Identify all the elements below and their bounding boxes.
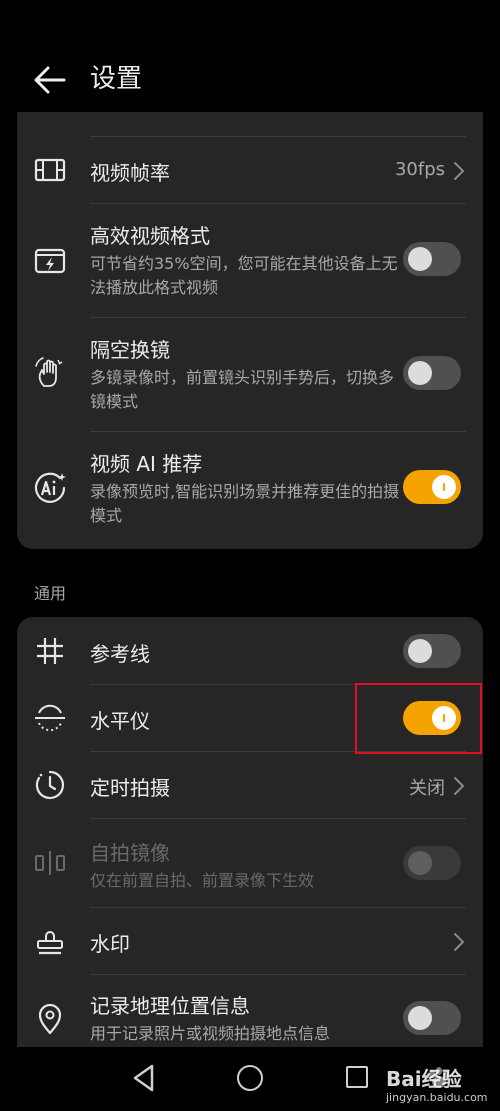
setting-row-air-gesture[interactable]: 隔空换镜 多镜录像时，前置镜头识别手势后，切换多镜模式 bbox=[17, 318, 483, 431]
nav-back-icon[interactable] bbox=[130, 1063, 158, 1093]
selfie-mirror-toggle bbox=[403, 846, 461, 880]
toggle-knob bbox=[432, 475, 456, 499]
stamp-icon bbox=[37, 931, 63, 955]
toggle-knob bbox=[408, 851, 432, 875]
setting-description: 仅在前置自拍、前置录像下生效 bbox=[90, 871, 315, 890]
setting-row-grid[interactable]: 参考线 bbox=[17, 617, 483, 684]
watermark-url: jingyan.baidu.com bbox=[386, 1091, 488, 1104]
setting-description: 录像预览时,智能识别场景并推荐更佳的拍摄模式 bbox=[90, 482, 400, 525]
page-title: 设置 bbox=[90, 64, 143, 94]
grid-toggle[interactable] bbox=[403, 634, 461, 668]
section-label-general: 通用 bbox=[34, 584, 67, 603]
setting-title: 视频 AI 推荐 bbox=[90, 452, 203, 476]
chevron-right-icon bbox=[454, 777, 465, 795]
setting-description: 可节省约35%空间，您可能在其他设备上无法播放此格式视频 bbox=[90, 254, 398, 297]
setting-title: 记录地理位置信息 bbox=[90, 994, 250, 1018]
film-frame-icon bbox=[34, 158, 66, 182]
setting-row-selfie-mirror: 自拍镜像 仅在前置自拍、前置录像下生效 bbox=[17, 819, 483, 907]
chevron-right-icon bbox=[454, 162, 465, 180]
setting-title: 视频帧率 bbox=[90, 161, 170, 185]
setting-row-video-ai[interactable]: 视频 AI 推荐 录像预览时,智能识别场景并推荐更佳的拍摄模式 bbox=[17, 432, 483, 545]
setting-row-frame-rate[interactable]: 视频帧率 30fps bbox=[17, 137, 483, 203]
back-arrow-icon[interactable] bbox=[30, 60, 70, 100]
highlight-box bbox=[355, 683, 482, 754]
video-ai-toggle[interactable] bbox=[403, 470, 461, 504]
efficient-format-toggle[interactable] bbox=[403, 242, 461, 276]
setting-title: 参考线 bbox=[90, 642, 150, 666]
setting-title: 隔空换镜 bbox=[90, 338, 170, 362]
setting-title: 自拍镜像 bbox=[90, 841, 170, 865]
setting-row-efficient-format[interactable]: 高效视频格式 可节省约35%空间，您可能在其他设备上无法播放此格式视频 bbox=[17, 204, 483, 317]
hand-gesture-icon bbox=[35, 357, 63, 387]
toggle-knob bbox=[408, 639, 432, 663]
toggle-knob bbox=[408, 247, 432, 271]
setting-description: 多镜录像时，前置镜头识别手势后，切换多镜模式 bbox=[90, 368, 395, 411]
general-settings-card: 参考线 水平仪 定时拍摄 关闭 自拍镜像 仅在前置自拍、前置录像下生效 水印 记… bbox=[17, 617, 483, 1047]
app-header: 设置 bbox=[0, 0, 500, 120]
nav-home-icon[interactable] bbox=[237, 1065, 263, 1091]
chevron-right-icon bbox=[454, 933, 465, 951]
setting-title: 高效视频格式 bbox=[90, 224, 210, 248]
setting-row-timer[interactable]: 定时拍摄 关闭 bbox=[17, 752, 483, 818]
setting-row-watermark[interactable]: 水印 bbox=[17, 908, 483, 974]
efficient-format-icon bbox=[34, 248, 66, 274]
watermark-text: Bai经验 bbox=[386, 1067, 462, 1091]
ai-icon bbox=[34, 472, 66, 503]
setting-row-location[interactable]: 记录地理位置信息 用于记录照片或视频拍摄地点信息 bbox=[17, 975, 483, 1047]
setting-title: 定时拍摄 bbox=[90, 776, 170, 800]
location-pin-icon bbox=[38, 1003, 62, 1035]
mirror-icon bbox=[35, 851, 65, 875]
setting-title: 水印 bbox=[90, 932, 130, 956]
setting-description: 用于记录照片或视频拍摄地点信息 bbox=[90, 1024, 331, 1043]
setting-value: 30fps bbox=[394, 159, 445, 180]
video-settings-card: 视频帧率 30fps 高效视频格式 可节省约35%空间，您可能在其他设备上无法播… bbox=[17, 112, 483, 549]
toggle-knob bbox=[408, 361, 432, 385]
air-gesture-toggle[interactable] bbox=[403, 356, 461, 390]
setting-value: 关闭 bbox=[409, 778, 445, 799]
nav-recents-icon[interactable] bbox=[346, 1066, 368, 1088]
toggle-knob bbox=[408, 1006, 432, 1030]
grid-icon bbox=[37, 638, 63, 664]
location-toggle[interactable] bbox=[403, 1001, 461, 1035]
timer-icon bbox=[35, 770, 65, 800]
level-icon bbox=[35, 704, 65, 732]
setting-title: 水平仪 bbox=[90, 709, 150, 733]
